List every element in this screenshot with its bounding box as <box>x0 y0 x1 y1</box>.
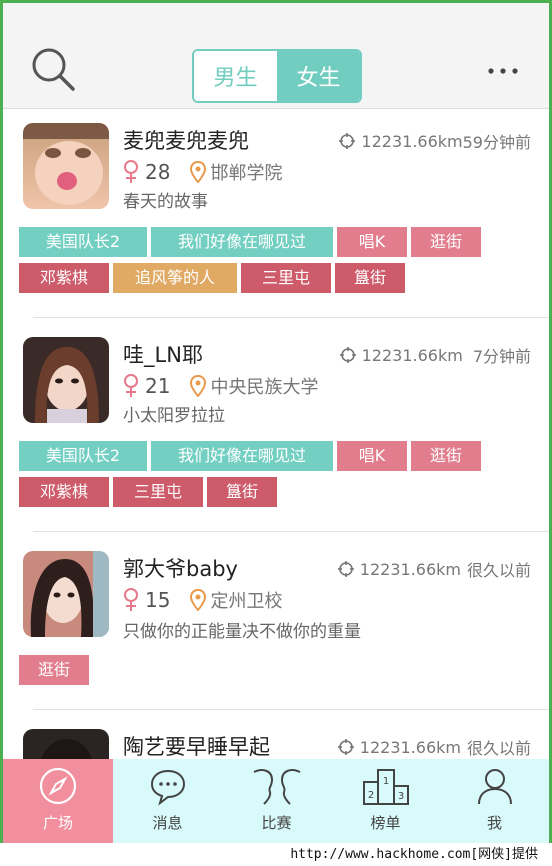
female-icon <box>124 588 138 611</box>
user-feed: 麦兜麦兜麦兜 12231.66km 59分钟前 28 邯郸学院 春天的故事 美国… <box>3 109 549 843</box>
gender-toggle: 男生 女生 <box>192 49 362 103</box>
nav-label: 榜单 <box>370 814 401 832</box>
user-name[interactable]: 哇_LN耶 <box>123 339 203 369</box>
svg-text:2: 2 <box>367 790 373 801</box>
tag-row: 美国队长2 我们好像在哪见过 唱K 逛街 <box>19 227 539 257</box>
tag[interactable]: 邓紫棋 <box>19 263 109 293</box>
tag[interactable]: 三里屯 <box>113 477 203 507</box>
user-name[interactable]: 陶艺要早睡早起 <box>123 731 270 761</box>
tag[interactable]: 邓紫棋 <box>19 477 109 507</box>
time-ago: 很久以前 <box>466 739 531 758</box>
time-ago: 7分钟前 <box>472 347 531 366</box>
signature: 只做你的正能量决不做你的重量 <box>123 622 361 642</box>
tag[interactable]: 簋街 <box>207 477 277 507</box>
nav-messages[interactable]: 消息 <box>113 759 222 843</box>
tab-female[interactable]: 女生 <box>277 51 360 101</box>
location-pin-icon <box>190 375 207 397</box>
tag[interactable]: 我们好像在哪见过 <box>151 441 333 471</box>
signature: 春天的故事 <box>123 192 208 212</box>
user-info: 15 定州卫校 <box>123 587 282 613</box>
svg-text:3: 3 <box>397 791 403 802</box>
tag[interactable]: 追风筝的人 <box>113 263 237 293</box>
distance: 12231.66km <box>361 345 463 365</box>
nav-me[interactable]: 我 <box>440 759 549 843</box>
bottom-nav: 广场 消息 比赛 1 2 3 榜单 我 <box>3 759 549 843</box>
svg-text:1: 1 <box>382 776 388 787</box>
distance-time: 12231.66km 7分钟前 <box>339 343 531 367</box>
tag[interactable]: 三里屯 <box>241 263 331 293</box>
user-info: 28 邯郸学院 <box>123 159 282 185</box>
distance-time: 12231.66km 很久以前 <box>337 735 531 759</box>
tag-row: 美国队长2 我们好像在哪见过 唱K 逛街 <box>19 441 539 471</box>
tag[interactable]: 逛街 <box>19 655 89 685</box>
nav-ranking[interactable]: 1 2 3 榜单 <box>331 759 440 843</box>
search-icon[interactable] <box>29 45 79 95</box>
tag-row: 邓紫棋 追风筝的人 三里屯 簋街 <box>19 263 539 293</box>
interest-tags: 美国队长2 我们好像在哪见过 唱K 逛街 邓紫棋 三里屯 簋街 <box>19 441 539 513</box>
tag-row: 逛街 <box>19 655 539 685</box>
distance: 12231.66km <box>359 737 461 757</box>
tag[interactable]: 逛街 <box>411 441 481 471</box>
compass-icon <box>39 767 77 805</box>
interest-tags: 逛街 <box>19 655 539 691</box>
distance: 12231.66km <box>361 131 463 151</box>
age: 28 <box>145 160 171 184</box>
female-icon <box>124 160 138 183</box>
tag[interactable]: 簋街 <box>335 263 405 293</box>
chat-bubble-icon <box>150 769 185 806</box>
interest-tags: 美国队长2 我们好像在哪见过 唱K 逛街 邓紫棋 追风筝的人 三里屯 簋街 <box>19 227 539 299</box>
nav-label: 我 <box>486 814 502 832</box>
school: 定州卫校 <box>210 591 283 612</box>
divider <box>33 317 549 318</box>
tag[interactable]: 唱K <box>337 227 407 257</box>
nav-label: 比赛 <box>261 814 292 832</box>
crosshair-icon <box>337 739 354 755</box>
distance-time: 12231.66km 59分钟前 <box>339 129 531 153</box>
age: 21 <box>145 374 171 398</box>
podium-icon: 1 2 3 <box>362 769 409 805</box>
tag[interactable]: 唱K <box>337 441 407 471</box>
school: 邯郸学院 <box>210 163 283 184</box>
female-icon <box>124 374 138 397</box>
nav-plaza[interactable]: 广场 <box>3 759 113 843</box>
divider <box>33 531 549 532</box>
nav-label: 广场 <box>42 814 73 832</box>
more-icon[interactable] <box>483 61 523 81</box>
nav-contest[interactable]: 比赛 <box>222 759 331 843</box>
avatar[interactable] <box>23 551 109 637</box>
age: 15 <box>145 588 171 612</box>
top-bar: 男生 女生 <box>3 3 549 109</box>
school: 中央民族大学 <box>210 377 319 398</box>
user-name[interactable]: 麦兜麦兜麦兜 <box>123 125 249 155</box>
faces-icon <box>253 769 300 805</box>
avatar[interactable] <box>23 123 109 209</box>
tab-male[interactable]: 男生 <box>194 51 277 101</box>
nav-label: 消息 <box>152 814 183 832</box>
location-pin-icon <box>190 161 207 183</box>
watermark-url: http://www.hackhome.com[网侠]提供 <box>0 843 552 866</box>
tag[interactable]: 美国队长2 <box>19 227 147 257</box>
tag-row: 邓紫棋 三里屯 簋街 <box>19 477 539 507</box>
avatar[interactable] <box>23 337 109 423</box>
time-ago: 59分钟前 <box>462 133 531 152</box>
time-ago: 很久以前 <box>466 561 531 580</box>
divider <box>33 709 549 710</box>
tag[interactable]: 美国队长2 <box>19 441 147 471</box>
distance-time: 12231.66km 很久以前 <box>337 557 531 581</box>
tag[interactable]: 逛街 <box>411 227 481 257</box>
user-icon <box>477 769 512 805</box>
distance: 12231.66km <box>359 559 461 579</box>
app-screen: 男生 女生 麦兜麦兜麦兜 12231.66km 59分钟前 28 邯郸学院 春天… <box>3 3 549 843</box>
crosshair-icon <box>337 561 354 577</box>
location-pin-icon <box>190 589 207 611</box>
tag[interactable]: 我们好像在哪见过 <box>151 227 333 257</box>
signature: 小太阳罗拉拉 <box>123 406 225 426</box>
user-info: 21 中央民族大学 <box>123 373 318 399</box>
crosshair-icon <box>339 347 356 363</box>
crosshair-icon <box>339 133 356 149</box>
user-name[interactable]: 郭大爷baby <box>123 553 238 583</box>
